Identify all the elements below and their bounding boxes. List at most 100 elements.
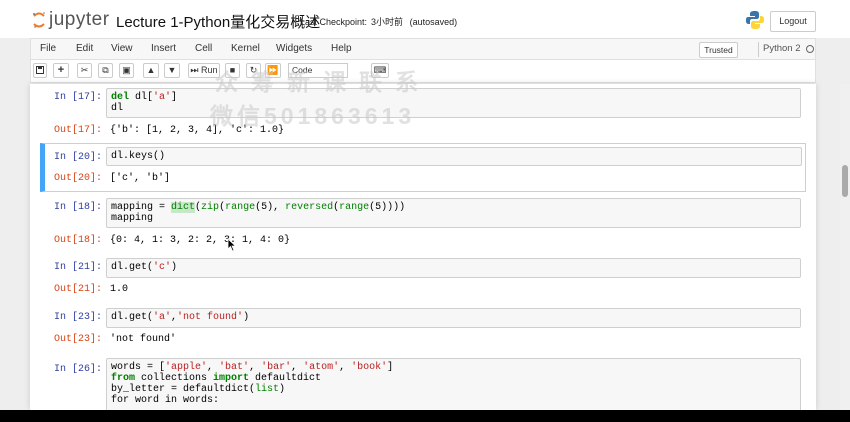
watermark-line-1: 众筹新课联系	[215, 69, 431, 95]
code-token: ,	[249, 362, 262, 373]
page-scrollbar[interactable]	[840, 84, 850, 410]
kernel-idle-icon	[806, 45, 814, 53]
code-token: ]	[387, 362, 394, 373]
code-token: 'bat'	[219, 362, 250, 373]
menu-widgets[interactable]: Widgets	[276, 43, 312, 54]
scissors-icon: ✂	[80, 65, 89, 75]
notebook-title[interactable]: Lecture 1-Python量化交易概述	[116, 11, 320, 32]
watermark-line-2: 微信501863613	[210, 103, 416, 129]
code-line: for word in words:	[111, 395, 220, 406]
code-line: dl	[111, 103, 124, 114]
input-prompt: In [23]:	[53, 312, 102, 323]
paste-button[interactable]: ▣	[119, 63, 134, 78]
logout-button[interactable]: Logout	[770, 11, 816, 32]
cut-button[interactable]: ✂	[77, 63, 92, 78]
code-input[interactable]: dl.get('a','not found')	[106, 308, 801, 328]
save-button[interactable]	[33, 63, 47, 78]
code-token: ]	[171, 92, 178, 103]
insert-cell-button[interactable]: +	[53, 63, 69, 78]
cell-output: 'not found'	[110, 334, 177, 345]
mouse-cursor-icon	[227, 238, 237, 252]
input-prompt: In [17]:	[53, 92, 102, 103]
code-cell-26[interactable]: In [26]: words = ['apple', 'bat', 'bar',…	[40, 356, 806, 410]
code-token: reversed	[285, 202, 334, 213]
code-token: range	[225, 202, 256, 213]
jupyter-header: jupyter Lecture 1-Python量化交易概述 Last Chec…	[0, 0, 850, 38]
code-token: dict	[171, 202, 196, 213]
code-cell-18[interactable]: In [18]: mapping = dict(zip(range(5), re…	[40, 196, 806, 248]
code-token: import	[213, 373, 250, 384]
arrow-up-icon: ▲	[146, 65, 156, 75]
code-token: 'a'	[153, 92, 172, 103]
scrollbar-thumb[interactable]	[842, 165, 848, 197]
code-token: 'book'	[351, 362, 388, 373]
input-prompt: In [26]:	[53, 364, 102, 375]
code-token: collections	[135, 373, 214, 384]
code-token: ,	[207, 362, 220, 373]
input-prompt: In [20]:	[53, 152, 102, 163]
code-token: )	[243, 312, 250, 323]
trusted-indicator[interactable]: Trusted	[699, 42, 738, 58]
cell-output: 1.0	[110, 284, 129, 295]
code-token: ,	[291, 362, 304, 373]
code-token: range	[339, 202, 370, 213]
code-token: dl[	[129, 92, 154, 103]
menu-edit[interactable]: Edit	[76, 43, 93, 54]
run-icon: ⏭	[190, 65, 199, 75]
code-input[interactable]: dl.keys()	[106, 147, 802, 166]
code-token: defaultdict	[249, 373, 322, 384]
python-logo-icon	[746, 11, 764, 29]
code-token: 'c'	[153, 262, 172, 273]
code-token: (5))))	[369, 202, 406, 213]
menu-file[interactable]: File	[40, 43, 56, 54]
code-token: 'atom'	[303, 362, 340, 373]
menu-kernel[interactable]: Kernel	[231, 43, 260, 54]
code-token: list	[255, 384, 280, 395]
move-down-button[interactable]: ▼	[164, 63, 180, 78]
jupyter-logo[interactable]: jupyter	[32, 9, 109, 31]
jupyter-logo-text: jupyter	[49, 9, 110, 30]
save-icon	[36, 66, 44, 74]
code-cell-20-selected[interactable]: In [20]: dl.keys() Out[20]: ['c', 'b']	[40, 143, 806, 192]
arrow-down-icon: ▼	[167, 65, 177, 75]
code-token: by_letter = defaultdict(	[111, 384, 256, 395]
kernel-name[interactable]: Python 2	[763, 43, 801, 54]
code-input[interactable]: words = ['apple', 'bat', 'bar', 'atom', …	[106, 358, 801, 410]
checkpoint-status: Last Checkpoint: 3小时前 (autosaved)	[300, 15, 461, 28]
checkpoint-time: 3小时前	[371, 17, 404, 27]
code-token: (5),	[255, 202, 286, 213]
code-token: ,	[339, 362, 352, 373]
menu-cell[interactable]: Cell	[195, 43, 212, 54]
code-token: )	[279, 384, 286, 395]
jupyter-logo-icon	[33, 12, 45, 28]
code-cell-21[interactable]: In [21]: dl.get('c') Out[21]: 1.0	[40, 256, 806, 298]
move-up-button[interactable]: ▲	[143, 63, 159, 78]
plus-icon: +	[57, 64, 65, 76]
cell-output: {0: 4, 1: 3, 2: 2, 3: 1, 4: 0}	[110, 235, 291, 246]
notebook-container: In [17]: del dl['a'] dl Out[17]: {'b': […	[30, 84, 816, 410]
code-token: words = [	[111, 362, 166, 373]
code-token: zip	[201, 202, 220, 213]
code-token: 'bar'	[261, 362, 292, 373]
checkpoint-label: Last Checkpoint:	[300, 17, 368, 27]
menu-view[interactable]: View	[111, 43, 133, 54]
code-input[interactable]: mapping = dict(zip(range(5), reversed(ra…	[106, 198, 801, 228]
output-prompt: Out[20]:	[53, 173, 102, 184]
code-input[interactable]: dl.get('c')	[106, 258, 801, 278]
code-token: del	[111, 92, 130, 103]
menu-bar: File Edit View Insert Cell Kernel Widget…	[30, 38, 816, 60]
input-prompt: In [21]:	[53, 262, 102, 273]
paste-icon: ▣	[122, 65, 131, 75]
code-token: from	[111, 373, 136, 384]
code-token: 'apple'	[165, 362, 208, 373]
output-prompt: Out[17]:	[53, 125, 102, 136]
menu-insert[interactable]: Insert	[151, 43, 176, 54]
output-prompt: Out[23]:	[53, 334, 102, 345]
code-cell-23[interactable]: In [23]: dl.get('a','not found') Out[23]…	[40, 306, 806, 348]
browser-viewport: jupyter Lecture 1-Python量化交易概述 Last Chec…	[0, 0, 850, 410]
copy-button[interactable]: ⧉	[98, 63, 113, 78]
menu-help[interactable]: Help	[331, 43, 352, 54]
code-line: mapping	[111, 213, 154, 224]
code-token: 'not found'	[177, 312, 244, 323]
autosave-status: (autosaved)	[409, 17, 458, 27]
